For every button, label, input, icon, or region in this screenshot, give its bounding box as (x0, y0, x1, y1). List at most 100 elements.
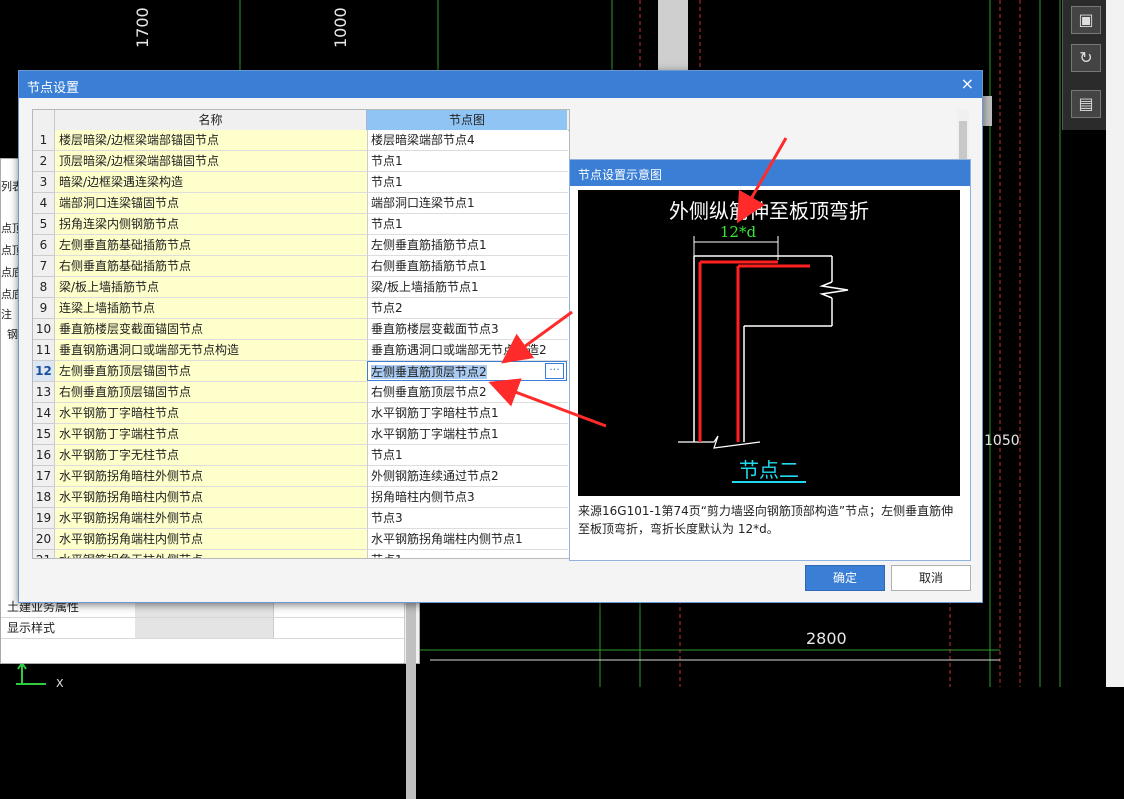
row-number: 4 (33, 193, 54, 214)
row-node-cell[interactable]: 节点1 (367, 445, 568, 466)
table-row[interactable]: 3 暗梁/边框梁遇连梁构造 节点1 (33, 172, 569, 193)
dim-label: 12*d (720, 223, 757, 241)
row-name-cell: 楼层暗梁/边框梁端部锚固节点 (54, 130, 368, 151)
row-name-cell: 暗梁/边框梁遇连梁构造 (54, 172, 368, 193)
row-node-cell[interactable]: 左侧垂直筋顶层节点2 ··· (367, 361, 567, 381)
row-node-cell[interactable]: 右侧垂直筋顶层节点2 (367, 382, 568, 403)
row-node-cell[interactable]: 节点1 (367, 151, 568, 172)
table-row[interactable]: 8 梁/板上墙插筋节点 梁/板上墙插筋节点1 (33, 277, 569, 298)
row-number: 19 (33, 508, 54, 529)
ellipsis-button[interactable]: ··· (545, 363, 564, 379)
row-node-cell[interactable]: 水平钢筋丁字端柱节点1 (367, 424, 568, 445)
row-name-cell: 水平钢筋拐角端柱外侧节点 (54, 508, 368, 529)
row-node-cell[interactable]: 水平钢筋丁字暗柱节点1 (367, 403, 568, 424)
dim-1050: 1050 (984, 433, 1020, 449)
row-number: 10 (33, 319, 54, 340)
ok-button[interactable]: 确定 (805, 565, 885, 591)
header-node[interactable]: 节点图 (366, 110, 567, 130)
table-row[interactable]: 16 水平钢筋丁字无柱节点 节点1 (33, 445, 569, 466)
property-scroll-thumb[interactable] (406, 599, 416, 799)
schematic-titlebar: 节点设置示意图 (570, 160, 970, 186)
selected-node-text[interactable]: 左侧垂直筋顶层节点2 (371, 365, 487, 379)
row-number: 15 (33, 424, 54, 445)
row-number: 5 (33, 214, 54, 235)
row-node-cell[interactable]: 节点1 (367, 214, 568, 235)
table-row[interactable]: 21水平钢筋拐角无柱外侧节点节点1 (33, 550, 569, 558)
dialog-title: 节点设置 (27, 81, 80, 96)
row-name-cell: 端部洞口连梁锚固节点 (54, 193, 368, 214)
table-row[interactable]: 4 端部洞口连梁锚固节点 端部洞口连梁节点1 (33, 193, 569, 214)
row-number: 6 (33, 235, 54, 256)
table-row[interactable]: 17 水平钢筋拐角暗柱外侧节点 外侧钢筋连续通过节点2 (33, 466, 569, 487)
row-number: 12 (33, 361, 54, 382)
row-node-cell[interactable]: 垂直筋遇洞口或端部无节点构造2 (367, 340, 568, 361)
row-node-cell[interactable]: 左侧垂直筋插筋节点1 (367, 235, 568, 256)
table-row[interactable]: 2 顶层暗梁/边框梁端部锚固节点 节点1 (33, 151, 569, 172)
view-toolbar: ▣ ↻ ▤ (1062, 0, 1107, 130)
row-name-cell: 水平钢筋拐角无柱外侧节点 (54, 550, 368, 558)
dim-1000: 1000 (331, 7, 350, 48)
header-name[interactable]: 名称 (54, 110, 366, 130)
table-header: 名称 节点图 (33, 110, 569, 131)
row-node-cell[interactable]: 节点1 (367, 172, 568, 193)
right-side-panel (1106, 0, 1124, 687)
table-row[interactable]: 14 水平钢筋丁字暗柱节点 水平钢筋丁字暗柱节点1 (33, 403, 569, 424)
table-row[interactable]: 15 水平钢筋丁字端柱节点 水平钢筋丁字端柱节点1 (33, 424, 569, 445)
cube-icon[interactable]: ▣ (1071, 6, 1101, 34)
row-node-cell[interactable]: 楼层暗梁端部节点4 (367, 130, 568, 151)
row-name-cell: 左侧垂直筋顶层锚固节点 (54, 361, 368, 382)
row-name-cell: 顶层暗梁/边框梁端部锚固节点 (54, 151, 368, 172)
row-number: 20 (33, 529, 54, 550)
row-name-cell: 连梁上墙插筋节点 (54, 298, 368, 319)
table-row[interactable]: 5 拐角连梁内侧钢筋节点 节点1 (33, 214, 569, 235)
node-settings-dialog: 节点设置 × 名称 节点图 1 楼层暗梁/边框梁端部锚固节点 楼层暗梁端部节点4 2 顶… (18, 70, 983, 603)
table-row[interactable]: 7 右侧垂直筋基础插筋节点 右侧垂直筋插筋节点1 (33, 256, 569, 277)
row-number: 7 (33, 256, 54, 277)
row-node-cell[interactable]: 节点1 (367, 550, 568, 558)
dim-1700: 1700 (133, 7, 152, 48)
row-node-cell[interactable]: 节点3 (367, 508, 568, 529)
row-name-cell: 垂直筋楼层变截面锚固节点 (54, 319, 368, 340)
close-icon[interactable]: × (961, 74, 974, 93)
row-name-cell: 垂直钢筋遇洞口或端部无节点构造 (54, 340, 368, 361)
row-node-cell[interactable]: 梁/板上墙插筋节点1 (367, 277, 568, 298)
row-node-cell[interactable]: 拐角暗柱内侧节点3 (367, 487, 568, 508)
row-node-cell[interactable]: 节点2 (367, 298, 568, 319)
table-row[interactable]: 12 左侧垂直筋顶层锚固节点 左侧垂直筋顶层节点2 ··· (33, 361, 569, 382)
rotate-icon[interactable]: ↻ (1071, 44, 1101, 72)
row-node-cell[interactable]: 右侧垂直筋插筋节点1 (367, 256, 568, 277)
row-node-cell[interactable]: 外侧钢筋连续通过节点2 (367, 466, 568, 487)
dialog-titlebar[interactable]: 节点设置 × (19, 71, 982, 98)
row-node-cell[interactable]: 水平钢筋拐角端柱内侧节点1 (367, 529, 568, 550)
row-name-cell: 水平钢筋拐角端柱内侧节点 (54, 529, 368, 550)
row-number: 1 (33, 130, 54, 151)
row-node-cell[interactable]: 垂直筋楼层变截面节点3 (367, 319, 568, 340)
row-number: 3 (33, 172, 54, 193)
schematic-drawing: 外侧纵筋伸至板顶弯折 12*d 节点二 (578, 190, 960, 496)
table-row[interactable]: 10 垂直筋楼层变截面锚固节点 垂直筋楼层变截面节点3 (33, 319, 569, 340)
table-row[interactable]: 1 楼层暗梁/边框梁端部锚固节点 楼层暗梁端部节点4 (33, 130, 569, 151)
row-node-cell[interactable]: 端部洞口连梁节点1 (367, 193, 568, 214)
row-number: 21 (33, 550, 54, 558)
property-label: 显示样式 (7, 621, 56, 635)
table-row[interactable]: 20 水平钢筋拐角端柱内侧节点 水平钢筋拐角端柱内侧节点1 (33, 529, 569, 550)
cancel-button[interactable]: 取消 (891, 565, 971, 591)
table-row[interactable]: 13 右侧垂直筋顶层锚固节点 右侧垂直筋顶层节点2 (33, 382, 569, 403)
row-name-cell: 水平钢筋丁字端柱节点 (54, 424, 368, 445)
table-row[interactable]: 18 水平钢筋拐角暗柱内侧节点 拐角暗柱内侧节点3 (33, 487, 569, 508)
table-row[interactable]: 19 水平钢筋拐角端柱外侧节点 节点3 (33, 508, 569, 529)
row-number: 9 (33, 298, 54, 319)
table-row[interactable]: 9 连梁上墙插筋节点 节点2 (33, 298, 569, 319)
row-number: 14 (33, 403, 54, 424)
property-value[interactable] (135, 618, 273, 638)
panel-icon[interactable]: ▤ (1071, 90, 1101, 118)
row-number: 11 (33, 340, 54, 361)
property-row[interactable]: 显示样式 (1, 618, 406, 639)
table-row[interactable]: 6 左侧垂直筋基础插筋节点 左侧垂直筋插筋节点1 (33, 235, 569, 256)
node-settings-table: 名称 节点图 1 楼层暗梁/边框梁端部锚固节点 楼层暗梁端部节点4 2 顶层暗梁/边框梁… (32, 109, 570, 559)
table-row[interactable]: 11 垂直钢筋遇洞口或端部无节点构造 垂直筋遇洞口或端部无节点构造2 (33, 340, 569, 361)
row-name-cell: 拐角连梁内侧钢筋节点 (54, 214, 368, 235)
row-name-cell: 左侧垂直筋基础插筋节点 (54, 235, 368, 256)
row-number: 18 (33, 487, 54, 508)
row-name-cell: 右侧垂直筋基础插筋节点 (54, 256, 368, 277)
